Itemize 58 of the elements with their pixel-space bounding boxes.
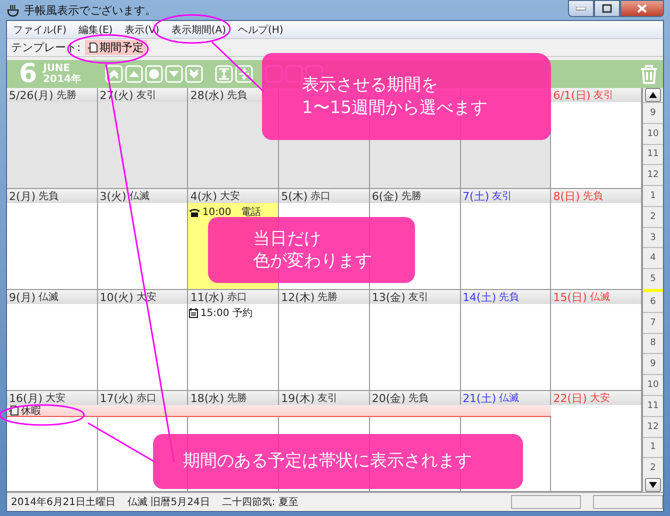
rokuyo-label: 仏滅 (38, 290, 59, 304)
rokuyo-label: 先勝 (318, 290, 338, 304)
rokuyo-label: 先負 (227, 88, 248, 102)
day-number: 28(水) (190, 88, 224, 102)
month-number: 6 (18, 61, 38, 87)
rokuyo-label: 赤口 (136, 392, 156, 405)
callout-tooltip: 期間のある予定は帯状に表示されます (153, 434, 523, 489)
rokuyo-label: 仏滅 (129, 190, 150, 203)
day-number: 22(日) (553, 391, 587, 405)
day-number: 7(土) (462, 189, 490, 203)
rokuyo-label: 友引 (408, 291, 428, 304)
day-number: 13(金) (372, 290, 406, 304)
callout-tooltip: 当日だけ 色が変わります (208, 217, 415, 283)
rokuyo-label: 友引 (492, 190, 512, 203)
day-number: 6(金) (372, 189, 398, 203)
rokuyo-label: 先勝 (56, 88, 76, 102)
rokuyo-label: 先負 (38, 190, 59, 203)
day-number: 12(木) (281, 290, 315, 304)
day-number: 15(日) (553, 290, 587, 304)
rokuyo-label: 先負 (499, 290, 520, 304)
rokuyo-label: 仏滅 (590, 290, 610, 304)
day-number: 9(月) (9, 290, 36, 304)
day-number: 20(金) (372, 391, 406, 405)
day-number: 6/1(日) (553, 88, 591, 102)
day-number: 2(月) (9, 189, 36, 203)
rokuyo-label: 赤口 (310, 190, 331, 203)
status-lunar: 仏滅 旧暦5月24日 (128, 496, 210, 509)
status-solar-term: 二十四節気: 夏至 (222, 496, 298, 509)
rokuyo-label: 大安 (590, 392, 610, 405)
day-number: 21(土) (462, 391, 496, 405)
month-name: JUNE (43, 63, 70, 74)
day-number: 5(木) (281, 189, 308, 203)
rokuyo-label: 赤口 (227, 290, 248, 304)
day-number: 3(火) (100, 189, 126, 203)
rokuyo-label: 仏滅 (499, 392, 520, 405)
rokuyo-label: 大安 (220, 190, 240, 203)
status-date: 2014年6月21日土曜日 (11, 496, 116, 509)
year-label: 2014年 (43, 74, 82, 85)
day-number: 10(火) (100, 290, 134, 304)
day-number: 16(月) (9, 391, 43, 405)
day-number: 11(水) (190, 290, 224, 304)
rokuyo-label: 先負 (582, 190, 603, 203)
day-number: 4(水) (190, 189, 218, 203)
day-number: 5/26(月) (9, 88, 54, 102)
rokuyo-label: 友引 (136, 89, 156, 102)
rokuyo-label: 友引 (594, 89, 614, 102)
rokuyo-label: 先勝 (227, 392, 248, 405)
day-number: 14(土) (462, 290, 496, 304)
day-number: 18(水) (190, 391, 224, 405)
rokuyo-label: 先勝 (401, 190, 422, 203)
day-number: 19(木) (281, 391, 315, 405)
day-number: 17(火) (100, 391, 134, 405)
rokuyo-label: 大安 (46, 392, 66, 405)
rokuyo-label: 先負 (408, 392, 428, 405)
callout-tooltip: 表示させる期間を 1〜15週間から選べます (262, 53, 551, 140)
rokuyo-label: 友引 (318, 392, 338, 405)
day-number: 8(日) (553, 189, 580, 203)
window-title: 手帳風表示でございます。 (24, 2, 156, 18)
